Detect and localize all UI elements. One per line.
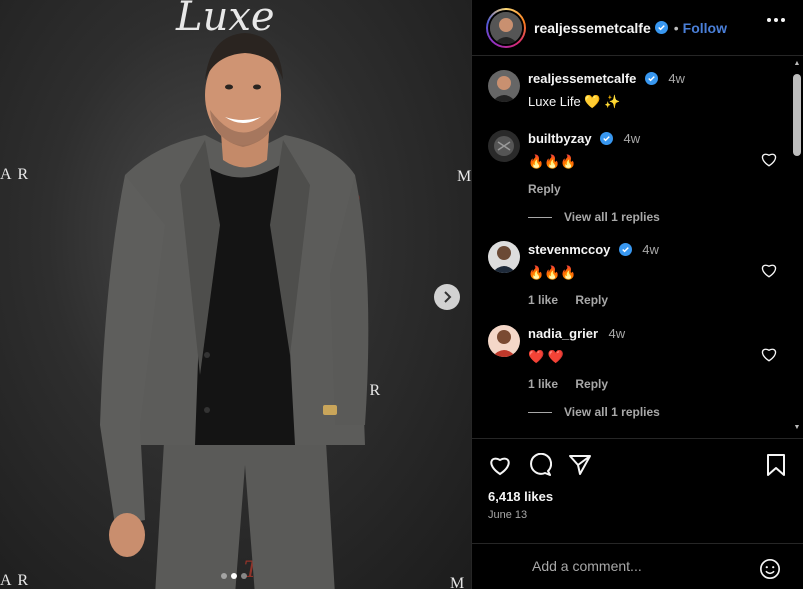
backdrop-text-right: M: [457, 168, 471, 185]
carousel-next-button[interactable]: [434, 284, 460, 310]
comment-likes-count[interactable]: 1 like: [528, 377, 558, 391]
like-comment-heart-icon[interactable]: [760, 150, 778, 168]
carousel-indicator: [221, 573, 247, 579]
backdrop-text-bottom-right: M: [450, 575, 471, 589]
verified-badge-icon: [600, 132, 614, 145]
view-replies-button[interactable]: View all 1 replies: [528, 405, 660, 419]
like-comment-heart-icon[interactable]: [760, 261, 778, 279]
share-icon[interactable]: [568, 453, 592, 477]
bookmark-icon[interactable]: [765, 453, 787, 477]
comment-avatar[interactable]: [488, 325, 520, 357]
follow-button[interactable]: Follow: [683, 20, 727, 36]
emoji-icon[interactable]: [759, 558, 781, 580]
post-header: realjessemetcalfe • Follow: [472, 0, 803, 56]
post-media[interactable]: Luxe AR M AR AR M The R: [0, 0, 471, 589]
comment-likes-count[interactable]: 1 like: [528, 293, 558, 307]
comment-time: 4w: [623, 131, 641, 146]
comments-scrollbar[interactable]: ▲ ▼: [793, 60, 801, 432]
verified-badge-icon: [654, 21, 668, 34]
comments-list[interactable]: realjessemetcalfe 4w Luxe Life 💛 ✨ built…: [472, 57, 803, 438]
more-options-icon[interactable]: [767, 18, 785, 22]
add-comment-bar: [472, 543, 803, 589]
post-date: June 13: [488, 509, 528, 521]
comment-text: 🔥🔥🔥: [528, 154, 577, 169]
author-avatar[interactable]: [486, 7, 526, 48]
carousel-dot: [241, 573, 247, 579]
comment-username[interactable]: nadia_grier: [528, 326, 598, 341]
post-actions: 6,418 likes June 13: [472, 438, 803, 589]
backdrop-text-bottom-left: AR: [0, 572, 35, 589]
reply-button[interactable]: Reply: [575, 293, 608, 307]
comment-text: 🔥🔥🔥: [528, 265, 577, 280]
comment-icon[interactable]: [528, 453, 552, 477]
caption-avatar[interactable]: [488, 70, 520, 102]
comment-avatar[interactable]: [488, 130, 520, 162]
comment-username[interactable]: stevenmccoy: [528, 242, 610, 257]
chevron-right-icon: [444, 291, 452, 303]
comment-text: ❤️ ❤️: [528, 349, 564, 364]
reply-button[interactable]: Reply: [575, 377, 608, 391]
view-replies-button[interactable]: View all 1 replies: [528, 210, 660, 224]
like-heart-icon[interactable]: [488, 453, 512, 477]
author-username[interactable]: realjessemetcalfe: [534, 20, 651, 36]
comment-username[interactable]: builtbyzay: [528, 131, 592, 146]
caption-username[interactable]: realjessemetcalfe: [528, 71, 636, 86]
carousel-dot: [221, 573, 227, 579]
carousel-dot-active: [231, 573, 237, 579]
verified-badge-icon: [618, 243, 632, 256]
post-details-panel: realjessemetcalfe • Follow realjessemetc…: [471, 0, 803, 589]
person-photo: [100, 33, 369, 589]
header-separator: •: [673, 19, 679, 36]
comment-time: 4w: [642, 242, 659, 257]
comment-avatar[interactable]: [488, 241, 520, 273]
verified-badge-icon: [644, 72, 658, 85]
likes-count[interactable]: 6,418 likes: [488, 489, 553, 504]
comment-time: 4w: [608, 326, 626, 341]
reply-button[interactable]: Reply: [528, 182, 561, 196]
caption-time: 4w: [668, 71, 685, 86]
backdrop-text-left: AR: [0, 166, 35, 183]
caption-text: Luxe Life 💛 ✨: [528, 94, 621, 109]
comment-input[interactable]: [532, 558, 752, 574]
like-comment-heart-icon[interactable]: [760, 345, 778, 363]
